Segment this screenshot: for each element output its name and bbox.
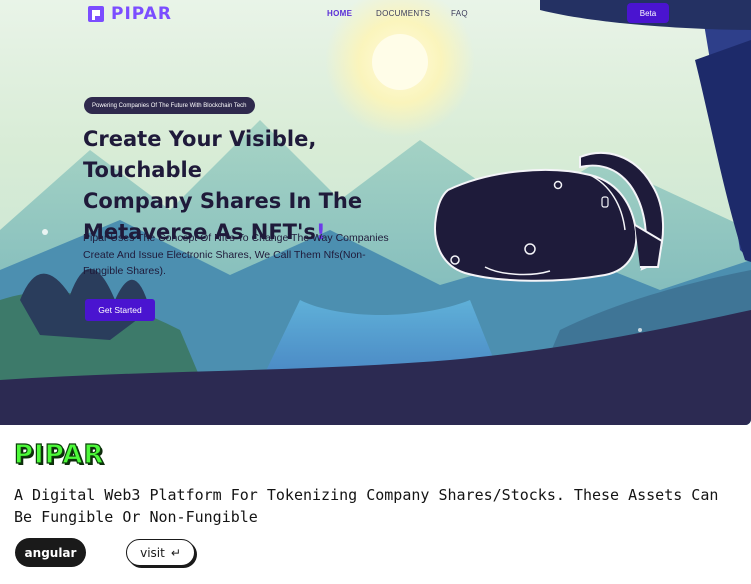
vr-headset-illustration xyxy=(434,151,664,282)
project-tagline: A Digital Web3 Platform For Tokenizing C… xyxy=(14,486,719,526)
get-started-button[interactable]: Get Started xyxy=(85,299,155,321)
visit-button[interactable]: visit ↵ xyxy=(126,539,195,566)
nav-item-home[interactable]: HOME xyxy=(327,9,352,18)
hero-tagline-pill: Powering Companies Of The Future With Bl… xyxy=(84,97,255,114)
logo[interactable]: PIPAR xyxy=(87,4,172,24)
project-brand: PIPAR xyxy=(13,439,105,470)
logo-mark-icon xyxy=(88,6,104,22)
nav-item-faq[interactable]: FAQ xyxy=(451,9,468,18)
tech-tag-angular: angular xyxy=(15,538,86,567)
headline-line-2: Company Shares In The xyxy=(83,189,363,213)
hero-description: Pipar Uses The Concept Of Nft's To Chang… xyxy=(83,232,389,277)
nav-item-documents[interactable]: DOCUMENTS xyxy=(376,9,430,18)
hero-section: PIPAR HOME DOCUMENTS FAQ Beta Powering C… xyxy=(0,0,751,425)
visit-label: visit xyxy=(140,545,165,560)
logo-text: PIPAR xyxy=(111,4,172,24)
headline-line-1: Create Your Visible, Touchable xyxy=(83,127,317,182)
return-arrow-icon: ↵ xyxy=(170,545,181,560)
beta-button[interactable]: Beta xyxy=(627,3,669,23)
